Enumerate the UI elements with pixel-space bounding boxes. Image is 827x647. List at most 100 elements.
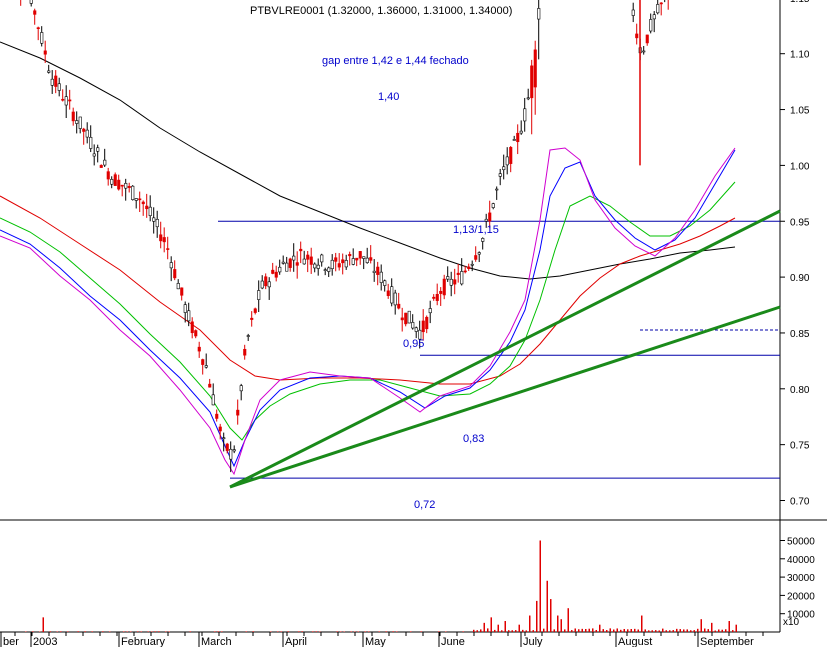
volume-bar (676, 628, 678, 632)
volume-bar (364, 631, 366, 632)
candle-body (498, 173, 502, 177)
candle-body (113, 174, 117, 186)
candle-body (96, 147, 100, 152)
candle-body (236, 409, 240, 416)
volume-bar (620, 629, 622, 632)
volume-bar (123, 631, 125, 632)
candle-body (432, 296, 436, 299)
candle-body (474, 255, 478, 260)
candle-body (404, 312, 408, 325)
volume-bar (350, 631, 352, 632)
candle-body (460, 271, 464, 285)
volume-bar (126, 631, 128, 632)
candle-body (428, 308, 432, 314)
level-label-1-40: 1,40 (378, 91, 399, 103)
volume-bar (578, 629, 580, 632)
volume-bar (564, 629, 566, 632)
candle-body (159, 234, 163, 242)
volume-bar (525, 630, 527, 632)
volume-bar (91, 631, 93, 632)
candle-body (57, 83, 61, 91)
volume-bar (462, 631, 464, 632)
candle-body (519, 130, 523, 134)
volume-bar (518, 624, 520, 632)
volume-bar (529, 615, 531, 632)
volume-bar (571, 630, 573, 632)
candle-body (365, 257, 369, 263)
volume-bar (546, 580, 548, 632)
volume-bar (704, 628, 706, 632)
stock-chart: 0.70 0.75 0.80 0.85 0.90 0.95 1.00 1.05 1.10 1.15… (0, 0, 827, 647)
volume-bar (298, 631, 300, 632)
volume-bar (714, 630, 716, 632)
candle-body (47, 70, 51, 73)
candle-body (190, 321, 194, 334)
candle-body (477, 252, 481, 255)
candle-body (134, 198, 138, 201)
volume-bar (49, 631, 51, 632)
volume-bar (634, 628, 636, 632)
candle-body (463, 270, 467, 273)
candle-body (229, 448, 233, 460)
candle-body (355, 257, 359, 261)
volume-bar (140, 631, 142, 632)
candle-body (106, 171, 110, 180)
candle-body (218, 426, 222, 432)
candle-body (176, 283, 180, 290)
candle-body (138, 198, 142, 201)
volume-bar (609, 628, 611, 632)
ma-medium-green (0, 181, 736, 441)
candle-body (180, 287, 184, 296)
candle-body (652, 14, 656, 20)
volume-bar (168, 631, 170, 632)
candle-body (215, 413, 219, 419)
volume-bar (711, 622, 713, 632)
volume-bar (508, 630, 510, 632)
candle-body (635, 33, 639, 39)
candle-body (400, 317, 404, 321)
volume-bar (147, 631, 149, 632)
candle-body (148, 206, 152, 216)
volume-bar (693, 630, 695, 632)
candle-body (103, 159, 107, 166)
volume-bar (599, 624, 601, 632)
volume-axis-ticks: 1000020000300004000050000 (780, 537, 815, 621)
volume-bar (67, 631, 69, 632)
volume-bar (340, 631, 342, 632)
candle-body (162, 237, 166, 243)
candle-body (481, 238, 485, 242)
candle-body (204, 365, 208, 368)
volume-bar (613, 629, 615, 632)
price-tick-label: 0.70 (790, 497, 810, 508)
month-axis: ber 2003 February March April May June July Augu… (0, 632, 764, 647)
volume-tick-label: 20000 (787, 591, 815, 602)
candle-body (421, 320, 425, 333)
volume-bar (438, 631, 440, 632)
volume-bar (56, 631, 58, 632)
volume-bar (336, 631, 338, 632)
candle-body (642, 50, 646, 53)
volume-bar (560, 619, 562, 632)
candle-body (288, 258, 292, 268)
candle-body (246, 335, 250, 337)
candle-body (211, 394, 215, 406)
volume-tick-label: 50000 (787, 537, 815, 548)
candle-body (201, 359, 205, 365)
candle-body (526, 97, 530, 100)
candle-body (334, 257, 338, 262)
volume-bar (378, 631, 380, 632)
candle-body (267, 281, 271, 288)
volume-bar (567, 608, 569, 632)
volume-bar (683, 629, 685, 632)
volume-bar (511, 630, 513, 632)
candle-body (358, 251, 362, 259)
candle-body (64, 96, 68, 106)
candle-body (649, 19, 653, 32)
volume-bar (245, 631, 247, 632)
month-label: ber (3, 636, 19, 647)
volume-bar (504, 621, 506, 632)
candle-body (281, 261, 285, 264)
volume-bar (707, 629, 709, 632)
candle-body (348, 254, 352, 257)
candle-body (390, 286, 394, 304)
